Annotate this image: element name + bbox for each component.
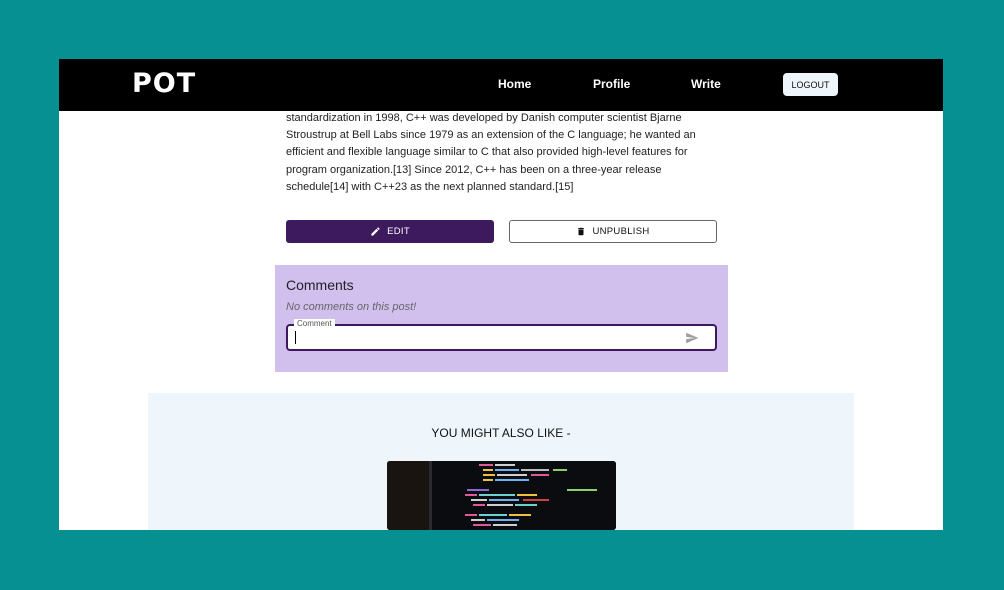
site-logo[interactable]: POT — [132, 68, 196, 99]
post-text-line: Stroustrup at Bell Labs since 1979 as an… — [286, 129, 696, 142]
recommendations-heading: YOU MIGHT ALSO LIKE - — [431, 426, 571, 440]
trash-icon — [578, 227, 585, 236]
recommended-post-thumbnail[interactable] — [387, 461, 616, 530]
edit-button-label: EDIT — [387, 226, 410, 237]
post-text-line: standardization in 1998, C++ was develop… — [286, 112, 682, 124]
post-text-line: schedule[14] with C++23 as the next plan… — [286, 180, 574, 193]
empty-comments-text: No comments on this post! — [286, 301, 417, 313]
comment-field[interactable]: Comment — [286, 319, 717, 351]
unpublish-button-label: UNPUBLISH — [592, 226, 650, 237]
recommendations-section: YOU MIGHT ALSO LIKE - — [148, 393, 854, 530]
post-body: standardization in 1998, C++ was develop… — [286, 110, 726, 196]
unpublish-button[interactable]: UNPUBLISH — [509, 220, 717, 243]
browser-window: POT Home Profile Write LOGOUT standardiz… — [59, 59, 943, 530]
post-text-line: efficient and flexible language similar … — [286, 146, 688, 159]
comment-input[interactable] — [294, 329, 678, 348]
send-icon[interactable] — [684, 331, 700, 345]
edit-button[interactable]: EDIT — [286, 220, 494, 243]
comments-heading: Comments — [286, 277, 354, 293]
top-navbar: POT Home Profile Write LOGOUT — [59, 59, 943, 111]
code-screenshot-image — [387, 461, 616, 530]
comment-field-label: Comment — [294, 319, 335, 329]
nav-write-link[interactable]: Write — [691, 77, 721, 91]
nav-profile-link[interactable]: Profile — [593, 77, 630, 91]
comments-section: Comments No comments on this post! Comme… — [275, 265, 728, 372]
nav-home-link[interactable]: Home — [498, 77, 531, 91]
text-caret — [295, 331, 296, 344]
pencil-icon — [371, 227, 380, 236]
logout-button[interactable]: LOGOUT — [783, 73, 838, 96]
post-text-line: program organization.[13] Since 2012, C+… — [286, 163, 662, 176]
